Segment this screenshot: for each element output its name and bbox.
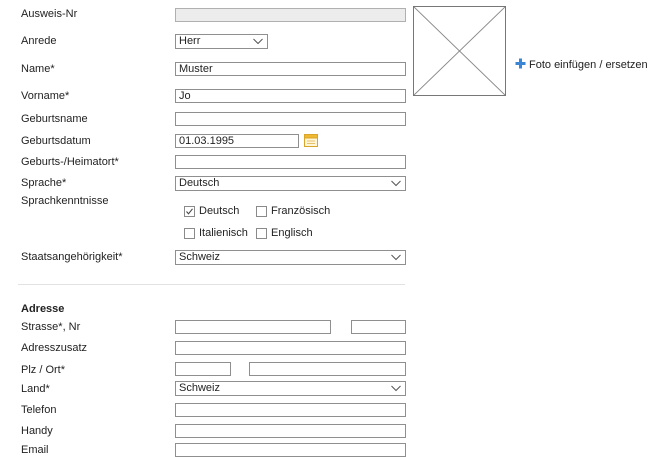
handy-field[interactable] <box>175 424 406 438</box>
checkbox-label-italienisch[interactable]: Italienisch <box>199 226 248 240</box>
land-label: Land* <box>21 383 50 395</box>
land-selected-value: Schweiz <box>179 382 220 394</box>
staatsangehoerigkeit-select[interactable]: Schweiz <box>175 250 406 265</box>
telefon-label: Telefon <box>21 404 57 416</box>
checkbox-deutsch[interactable] <box>184 206 195 217</box>
sprache-selected-value: Deutsch <box>179 177 220 189</box>
adresse-section-title: Adresse <box>21 303 65 315</box>
adresszusatz-label: Adresszusatz <box>21 342 88 354</box>
telefon-field[interactable] <box>175 403 406 417</box>
plz-field[interactable] <box>175 362 231 376</box>
sprachkenntnisse-label: Sprachkenntnisse <box>21 195 109 207</box>
staatsangehoerigkeit-selected-value: Schweiz <box>179 251 220 263</box>
land-select[interactable]: Schweiz <box>175 381 406 396</box>
geburtsdatum-field[interactable]: 01.03.1995 <box>175 134 299 148</box>
anrede-select[interactable]: Herr <box>175 34 268 49</box>
anrede-selected-value: Herr <box>179 35 201 47</box>
checkbox-label-deutsch[interactable]: Deutsch <box>199 204 239 218</box>
ausweis-label: Ausweis-Nr <box>21 8 78 20</box>
foto-button-label: Foto einfügen / ersetzen <box>529 59 648 71</box>
checkbox-englisch[interactable] <box>256 228 267 239</box>
strasse-label: Strasse*, Nr <box>21 321 81 333</box>
sprache-label: Sprache* <box>21 177 67 189</box>
handy-label: Handy <box>21 425 53 437</box>
email-field[interactable] <box>175 443 406 457</box>
plus-icon <box>515 58 526 69</box>
section-divider <box>18 284 405 285</box>
calendar-icon[interactable] <box>304 133 318 147</box>
empty-image-placeholder <box>414 7 505 95</box>
checkbox-label-englisch[interactable]: Englisch <box>271 226 313 240</box>
heimatort-label: Geburts-/Heimatort* <box>21 156 119 168</box>
staatsangehoerigkeit-label: Staatsangehörigkeit* <box>21 251 123 263</box>
plz-ort-label: Plz / Ort* <box>21 364 66 376</box>
chevron-down-icon <box>391 254 401 261</box>
checkbox-franzoesisch[interactable] <box>256 206 267 217</box>
name-label: Name* <box>21 63 55 75</box>
strasse-field[interactable] <box>175 320 331 334</box>
geburtsdatum-label: Geburtsdatum <box>21 135 91 147</box>
chevron-down-icon <box>391 385 401 392</box>
foto-einfuegen-button[interactable]: Foto einfügen / ersetzen <box>515 58 648 72</box>
email-label: Email <box>21 444 49 456</box>
name-field[interactable]: Muster <box>175 62 406 76</box>
ausweis-nr-field <box>175 8 406 22</box>
hausnummer-field[interactable] <box>351 320 406 334</box>
chevron-down-icon <box>253 38 263 45</box>
ort-field[interactable] <box>249 362 406 376</box>
geburtsname-label: Geburtsname <box>21 113 88 125</box>
checkbox-italienisch[interactable] <box>184 228 195 239</box>
adresszusatz-field[interactable] <box>175 341 406 355</box>
vorname-field[interactable]: Jo <box>175 89 406 103</box>
geburtsort-field[interactable] <box>175 155 406 169</box>
chevron-down-icon <box>391 180 401 187</box>
checkmark-icon <box>186 208 193 215</box>
checkbox-label-franzoesisch[interactable]: Französisch <box>271 204 330 218</box>
vorname-label: Vorname* <box>21 90 70 102</box>
photo-placeholder <box>413 6 506 96</box>
geburtsname-field[interactable] <box>175 112 406 126</box>
anrede-label: Anrede <box>21 35 57 47</box>
sprache-select[interactable]: Deutsch <box>175 176 406 191</box>
